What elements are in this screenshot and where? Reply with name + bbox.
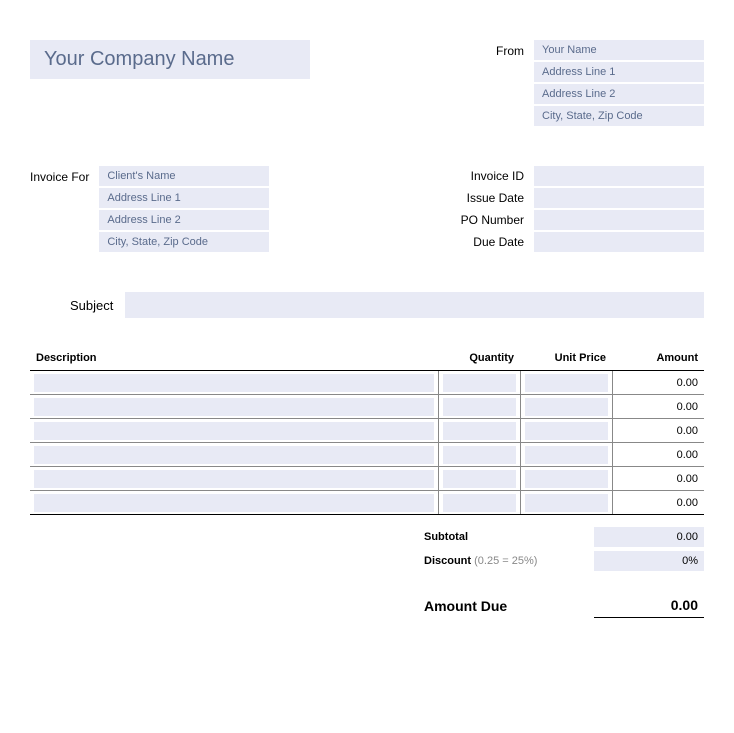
discount-hint: (0.25 = 25%) <box>474 555 537 567</box>
subject-input[interactable] <box>125 292 704 318</box>
col-quantity: Quantity <box>438 346 520 371</box>
table-row: 0.00 <box>30 395 704 419</box>
from-addr1-input[interactable] <box>534 62 704 82</box>
row-price-input[interactable] <box>525 470 608 488</box>
row-qty-input[interactable] <box>443 470 516 488</box>
row-qty-input[interactable] <box>443 446 516 464</box>
amount-due-label: Amount Due <box>424 598 584 614</box>
discount-label: Discount <box>424 555 471 567</box>
row-price-input[interactable] <box>525 374 608 392</box>
row-qty-input[interactable] <box>443 398 516 416</box>
issue-date-input[interactable] <box>534 188 704 208</box>
row-desc-input[interactable] <box>34 494 434 512</box>
client-addr2-input[interactable] <box>99 210 269 230</box>
row-qty-input[interactable] <box>443 374 516 392</box>
meta-block: Invoice ID Issue Date PO Number Due Date <box>434 166 704 252</box>
amount-due-value: 0.00 <box>594 593 704 618</box>
po-number-input[interactable] <box>534 210 704 230</box>
items-table: Description Quantity Unit Price Amount 0… <box>30 346 704 515</box>
due-date-label: Due Date <box>434 235 524 249</box>
row-desc-input[interactable] <box>34 374 434 392</box>
subtotal-label: Subtotal <box>424 531 468 543</box>
row-amount: 0.00 <box>612 443 704 467</box>
client-name-input[interactable] <box>99 166 269 186</box>
due-date-input[interactable] <box>534 232 704 252</box>
col-amount: Amount <box>612 346 704 371</box>
row-price-input[interactable] <box>525 446 608 464</box>
row-amount: 0.00 <box>612 491 704 515</box>
table-row: 0.00 <box>30 419 704 443</box>
from-label: From <box>464 40 524 126</box>
row-desc-input[interactable] <box>34 446 434 464</box>
client-addr1-input[interactable] <box>99 188 269 208</box>
row-amount: 0.00 <box>612 395 704 419</box>
invoice-id-input[interactable] <box>534 166 704 186</box>
po-number-label: PO Number <box>434 213 524 227</box>
row-amount: 0.00 <box>612 371 704 395</box>
row-amount: 0.00 <box>612 467 704 491</box>
from-block: From <box>464 40 704 126</box>
row-desc-input[interactable] <box>34 470 434 488</box>
subject-label: Subject <box>70 298 113 313</box>
row-amount: 0.00 <box>612 419 704 443</box>
table-row: 0.00 <box>30 371 704 395</box>
row-desc-input[interactable] <box>34 422 434 440</box>
row-price-input[interactable] <box>525 398 608 416</box>
invoice-for-label: Invoice For <box>30 166 89 252</box>
row-qty-input[interactable] <box>443 422 516 440</box>
from-city-input[interactable] <box>534 106 704 126</box>
invoice-id-label: Invoice ID <box>434 169 524 183</box>
issue-date-label: Issue Date <box>434 191 524 205</box>
from-name-input[interactable] <box>534 40 704 60</box>
table-row: 0.00 <box>30 443 704 467</box>
totals-block: Subtotal 0.00 Discount (0.25 = 25%) Amou… <box>30 527 704 618</box>
from-addr2-input[interactable] <box>534 84 704 104</box>
discount-input[interactable] <box>594 551 704 571</box>
col-unit-price: Unit Price <box>520 346 612 371</box>
row-qty-input[interactable] <box>443 494 516 512</box>
table-row: 0.00 <box>30 467 704 491</box>
row-price-input[interactable] <box>525 494 608 512</box>
row-price-input[interactable] <box>525 422 608 440</box>
table-row: 0.00 <box>30 491 704 515</box>
client-city-input[interactable] <box>99 232 269 252</box>
subtotal-value: 0.00 <box>594 527 704 547</box>
company-name-input[interactable] <box>30 40 310 79</box>
col-description: Description <box>30 346 438 371</box>
invoice-for-block: Invoice For <box>30 166 269 252</box>
row-desc-input[interactable] <box>34 398 434 416</box>
